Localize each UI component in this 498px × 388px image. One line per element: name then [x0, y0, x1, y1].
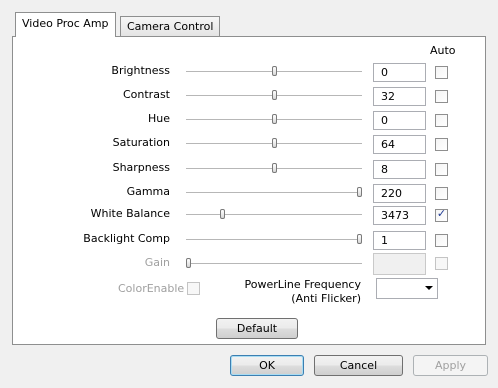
- color-enable-checkbox[interactable]: [187, 282, 200, 295]
- color-enable-label: ColorEnable: [118, 282, 185, 295]
- backlight-comp-value-field[interactable]: 1: [373, 231, 426, 250]
- hue-slider-thumb[interactable]: [271, 114, 277, 124]
- gamma-value-field[interactable]: 220: [373, 184, 426, 203]
- white-balance-label: White Balance: [90, 207, 170, 220]
- backlight-comp-slider-track[interactable]: [186, 239, 362, 241]
- gain-slider-thumb[interactable]: [186, 258, 191, 268]
- brightness-value-field[interactable]: 0: [373, 63, 426, 82]
- backlight-comp-slider-thumb[interactable]: [357, 234, 362, 244]
- gain-value-field[interactable]: [373, 253, 426, 275]
- checkmark-icon: ✓: [436, 207, 447, 220]
- gamma-slider-thumb[interactable]: [357, 187, 362, 197]
- auto-column-header: Auto: [430, 44, 456, 57]
- tab-video-proc-amp[interactable]: Video Proc Amp: [15, 12, 116, 37]
- sharpness-slider-thumb[interactable]: [271, 163, 277, 173]
- gain-label: Gain: [144, 256, 170, 269]
- brightness-label: Brightness: [111, 64, 170, 77]
- brightness-slider-thumb[interactable]: [271, 66, 277, 76]
- white-balance-auto-checkbox[interactable]: ✓: [435, 207, 448, 222]
- tab-camera-control[interactable]: Camera Control: [120, 16, 221, 36]
- contrast-label: Contrast: [122, 88, 170, 101]
- gamma-auto-checkbox[interactable]: [435, 187, 448, 200]
- chevron-down-icon: [425, 286, 433, 290]
- gain-slider-track[interactable]: [186, 263, 362, 265]
- saturation-auto-checkbox[interactable]: [435, 138, 448, 151]
- powerline-frequency-dropdown[interactable]: [376, 278, 438, 299]
- powerline-label-line1: PowerLine Frequency: [244, 278, 361, 291]
- saturation-value-field[interactable]: 64: [373, 135, 426, 154]
- gamma-label: Gamma: [126, 185, 170, 198]
- hue-auto-checkbox[interactable]: [435, 114, 448, 127]
- white-balance-slider-track[interactable]: [186, 214, 362, 216]
- white-balance-slider-thumb[interactable]: [220, 209, 226, 219]
- gamma-slider-track[interactable]: [186, 192, 362, 194]
- sharpness-auto-checkbox[interactable]: [435, 163, 448, 176]
- apply-button[interactable]: Apply: [413, 355, 488, 376]
- backlight-comp-auto-checkbox[interactable]: [435, 234, 448, 247]
- saturation-label: Saturation: [112, 136, 170, 149]
- default-button[interactable]: Default: [216, 318, 298, 339]
- white-balance-value-field[interactable]: 3473: [373, 206, 426, 225]
- contrast-auto-checkbox[interactable]: [435, 90, 448, 103]
- contrast-slider-thumb[interactable]: [271, 90, 277, 100]
- ok-button[interactable]: OK: [230, 355, 304, 376]
- powerline-frequency-label: PowerLine Frequency (Anti Flicker): [241, 278, 361, 306]
- sharpness-value-field[interactable]: 8: [373, 160, 426, 179]
- hue-label: Hue: [147, 112, 170, 125]
- backlight-comp-label: Backlight Comp: [83, 232, 170, 245]
- sharpness-label: Sharpness: [112, 161, 170, 174]
- cancel-button[interactable]: Cancel: [314, 355, 403, 376]
- powerline-label-line2: (Anti Flicker): [291, 292, 361, 305]
- contrast-value-field[interactable]: 32: [373, 87, 426, 106]
- saturation-slider-thumb[interactable]: [271, 138, 277, 148]
- gain-auto-checkbox[interactable]: [435, 257, 448, 270]
- brightness-auto-checkbox[interactable]: [435, 66, 448, 79]
- hue-value-field[interactable]: 0: [373, 111, 426, 130]
